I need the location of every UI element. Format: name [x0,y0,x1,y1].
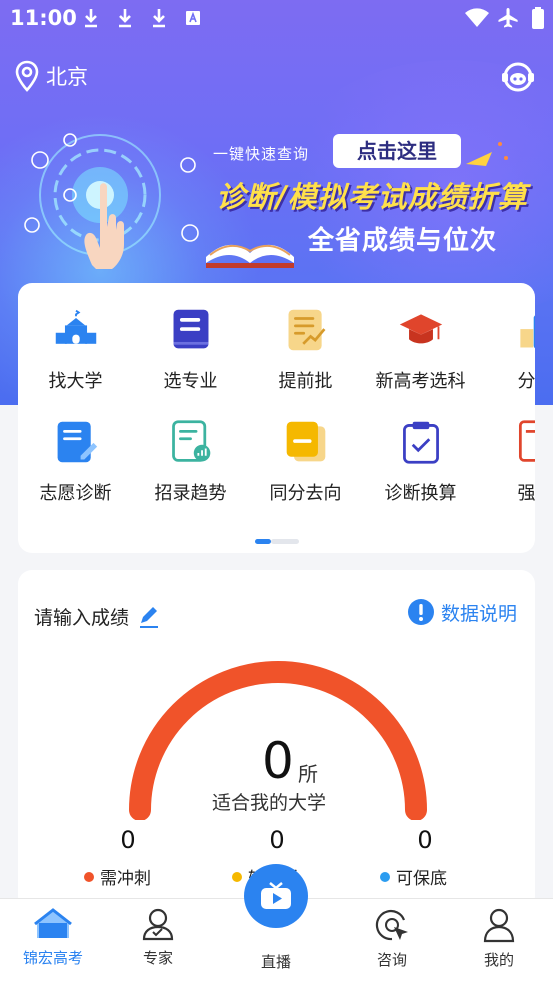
arrow-decor-icon [466,142,508,166]
nav-live-label: 直播 [260,953,291,971]
book-icon [173,309,208,349]
nav-label: 专家 [142,949,173,967]
feature-label: 招录趋势 [154,483,227,504]
feature-same-score-destination[interactable]: 同分去向 [248,395,363,505]
university-building-icon [55,309,96,344]
location-pin-icon [15,60,39,92]
banner-title: 诊断/模拟考试成绩折算 [216,180,528,214]
feature-application-diagnosis[interactable]: 志愿诊断 [18,395,133,505]
banner-quick-query: 一键快速查询 [213,145,310,163]
banner-click-here-button[interactable]: 点击这里 [333,134,461,168]
headset-robot-icon [502,62,534,92]
pencil-icon [140,606,159,628]
feature-label: 新高考选科 [375,371,466,392]
rush-category[interactable]: 需冲刺 [84,864,151,889]
suitable-university-count: 0 [262,732,294,790]
bottom-nav: 锦宏高考 专家 直播 咨询 我的 [0,864,553,983]
enter-score-label: 请输入成绩 [34,607,130,629]
stacked-cards-icon [286,421,325,462]
home-icon [34,908,72,938]
data-explain-label: 数据说明 [440,602,517,625]
feature-label: 找大学 [48,371,103,392]
page-dot-active [255,539,271,544]
document-pen-icon [518,420,535,462]
feature-strong-foundation[interactable]: 强基 [478,395,535,505]
rush-label: 需冲刺 [100,869,151,889]
status-bar: 11:00 [0,0,553,38]
safe-dot [232,871,242,882]
nav-profile[interactable]: 我的 [459,907,539,970]
page-dot-inactive [271,539,299,544]
page-indicator [255,539,299,544]
guarantee-category[interactable]: 可保底 [380,864,447,889]
banner-subtitle: 全省成绩与位次 [308,226,498,256]
guarantee-label: 可保底 [396,869,447,889]
feature-label: 志愿诊断 [39,483,112,504]
battery-icon [532,7,544,29]
status-time: 11:00 [10,6,77,30]
guarantee-dot [380,871,390,882]
nav-live-button[interactable] [244,864,308,928]
location-label: 北京 [46,65,88,89]
rush-count: 0 [120,826,136,854]
nav-label: 锦宏高考 [22,949,83,967]
feature-label: 强基 [517,483,536,504]
feature-label: 分数 [517,371,536,392]
score-bar-icon [519,315,535,349]
guarantee-count: 0 [417,826,433,854]
feature-label: 诊断换算 [384,483,457,504]
download-icon [153,9,165,28]
tv-play-icon [261,882,291,909]
touch-tech-illustration [24,133,199,269]
edit-document-icon [57,421,97,463]
nav-label: 咨询 [376,951,407,969]
expert-icon [142,908,174,941]
enter-score-button[interactable]: 请输入成绩 [34,603,161,630]
download-icon [85,9,97,28]
feature-find-university[interactable]: 找大学 [18,283,133,393]
feature-admission-trend[interactable]: 招录趋势 [133,395,248,505]
location-selector[interactable]: 北京 [14,60,88,92]
nav-consult[interactable]: 咨询 [352,907,432,970]
score-card: 请输入成绩 数据说明 0 所 适合我的大学 0 0 0 需冲刺 较稳妥 可保底 [18,570,535,910]
count-unit: 所 [298,762,318,786]
feature-choose-major[interactable]: 选专业 [133,283,248,393]
airplane-icon [498,8,518,28]
customer-service-button[interactable] [501,60,535,98]
nav-home[interactable]: 锦宏高考 [13,907,93,968]
graduation-cap-icon [399,314,442,344]
data-explain-link[interactable]: 数据说明 [407,598,517,626]
promo-banner[interactable]: 一键快速查询 点击这里 诊断/模拟考试成绩折算 全省成绩与位次 [0,100,553,300]
user-profile-icon [483,908,515,943]
feature-grid-card: 找大学 选专业 提前批 新高考选科 分 志愿诊断 招录趋势 同分去向 诊断换算 … [18,283,535,553]
document-chart-icon [288,309,325,351]
download-icon [119,9,131,28]
nav-experts[interactable]: 专家 [118,907,198,968]
notification-a-icon [186,11,200,25]
feature-label: 同分去向 [269,483,342,504]
info-icon [407,599,434,625]
trend-report-icon [171,420,210,462]
feature-label: 选专业 [163,371,218,392]
rush-dot [84,871,94,882]
nav-label: 我的 [483,951,514,969]
gauge-caption: 适合我的大学 [212,792,327,814]
wifi-icon [465,8,489,27]
feature-label: 提前批 [278,371,333,392]
feature-diagnosis-conversion[interactable]: 诊断换算 [363,395,478,505]
feature-new-gaokao-subjects[interactable]: 新高考选科 [363,283,478,393]
feature-early-batch[interactable]: 提前批 [248,283,363,393]
open-book-icon [206,244,294,268]
feature-score[interactable]: 分数 [478,283,535,393]
clipboard-check-icon [402,421,439,464]
safe-count: 0 [269,826,285,854]
consult-cursor-icon [375,910,408,941]
